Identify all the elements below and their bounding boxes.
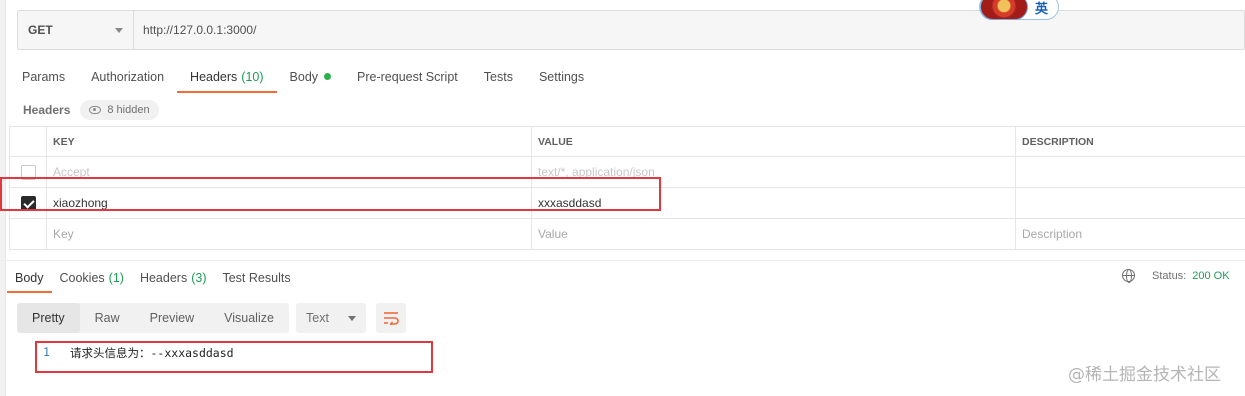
url-input[interactable]: http://127.0.0.1:3000/ — [134, 11, 1244, 49]
body-indicator-dot-icon — [324, 73, 332, 80]
headers-subheader: Headers 8 hidden — [23, 99, 159, 121]
view-preview-button[interactable]: Preview — [135, 303, 209, 333]
chevron-down-icon — [115, 27, 123, 33]
method-select[interactable]: GET — [18, 11, 134, 49]
tab-label: Pre-request Script — [357, 69, 458, 84]
headers-subheader-title: Headers — [23, 103, 71, 117]
view-visualize-button[interactable]: Visualize — [209, 303, 289, 333]
format-select[interactable]: Text — [296, 303, 366, 333]
table-header-row: KEY VALUE DESCRIPTION — [9, 126, 1245, 157]
table-row-new: Key Value Description — [9, 218, 1245, 250]
view-pretty-button[interactable]: Pretty — [17, 303, 80, 333]
watermark: @稀土掘金技术社区 — [1068, 365, 1221, 385]
tab-params[interactable]: Params — [9, 60, 78, 93]
tab-tests[interactable]: Tests — [471, 60, 526, 93]
tab-body[interactable]: Body — [277, 60, 345, 93]
tab-count: (1) — [108, 271, 124, 285]
response-tab-headers[interactable]: Headers (3) — [132, 263, 215, 293]
hidden-headers-toggle[interactable]: 8 hidden — [80, 100, 159, 120]
request-tabs: Params Authorization Headers (10) Body Pr… — [9, 60, 597, 93]
highlight-box-response — [35, 341, 433, 373]
response-tab-body[interactable]: Body — [7, 263, 52, 293]
tab-label: Body — [15, 271, 44, 285]
response-divider — [0, 260, 1245, 261]
new-key-input[interactable]: Key — [46, 218, 532, 250]
response-tabs: Body Cookies (1) Headers (3) Test Results — [7, 263, 299, 293]
row-checkbox-cell — [9, 218, 47, 250]
tab-pre-request-script[interactable]: Pre-request Script — [344, 60, 471, 93]
tab-label: Headers — [139, 271, 188, 285]
header-description-cell[interactable] — [1015, 187, 1245, 219]
highlight-box-header-row — [0, 177, 661, 211]
response-tab-test-results[interactable]: Test Results — [214, 263, 298, 293]
chevron-down-icon — [348, 315, 356, 321]
status-label: Status: — [1152, 269, 1187, 282]
tab-headers[interactable]: Headers (10) — [177, 60, 278, 93]
request-bar: GET http://127.0.0.1:3000/ — [17, 10, 1245, 50]
header-description-cell[interactable] — [1015, 156, 1245, 188]
ime-language-label: 英 — [1035, 0, 1049, 16]
tab-label: Test Results — [222, 271, 291, 285]
ime-badge[interactable]: 英 — [979, 0, 1059, 20]
tab-settings[interactable]: Settings — [526, 60, 597, 93]
wrap-lines-button[interactable] — [376, 303, 406, 333]
tab-count: (10) — [241, 69, 264, 84]
wrap-lines-icon — [384, 312, 399, 325]
checkbox-column-header — [9, 126, 47, 157]
tab-label: Headers — [190, 69, 238, 84]
view-raw-button[interactable]: Raw — [80, 303, 135, 333]
response-status: Status: 200 OK — [1122, 269, 1230, 283]
tab-count: (3) — [191, 271, 207, 285]
column-header-value: VALUE — [531, 126, 1016, 157]
tab-label: Params — [22, 69, 66, 84]
new-value-input[interactable]: Value — [531, 218, 1016, 250]
tab-label: Authorization — [91, 69, 165, 84]
tab-label: Tests — [483, 69, 513, 84]
tab-label: Settings — [538, 69, 585, 84]
hidden-headers-label: 8 hidden — [107, 104, 150, 116]
method-label: GET — [28, 23, 53, 37]
avatar — [980, 0, 1028, 20]
eye-icon — [89, 106, 102, 114]
globe-icon[interactable] — [1122, 269, 1135, 283]
format-label: Text — [306, 311, 329, 325]
tab-label: Cookies — [59, 271, 105, 285]
view-mode-group: Pretty Raw Preview Visualize — [17, 303, 289, 333]
response-tab-cookies[interactable]: Cookies (1) — [52, 263, 132, 293]
status-value[interactable]: 200 OK — [1192, 270, 1229, 282]
tab-label: Body — [289, 69, 319, 84]
tab-authorization[interactable]: Authorization — [78, 60, 177, 93]
column-header-description: DESCRIPTION — [1015, 126, 1245, 157]
column-header-key: KEY — [46, 126, 532, 157]
new-description-input[interactable]: Description — [1015, 218, 1245, 250]
